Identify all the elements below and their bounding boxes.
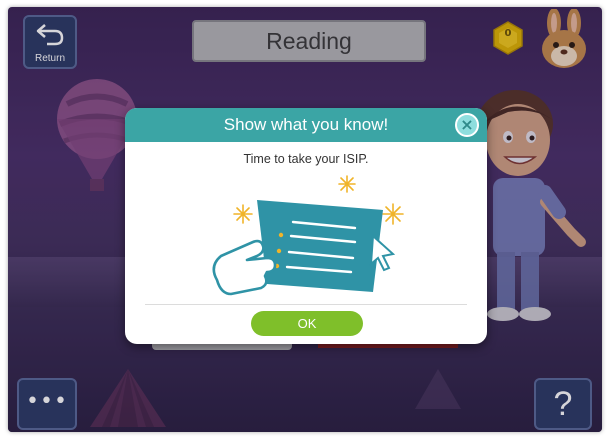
isip-prompt-dialog: Show what you know! × Time to take your … — [125, 108, 487, 344]
close-icon: × — [460, 115, 474, 134]
close-button[interactable]: × — [455, 113, 479, 137]
dialog-title: Show what you know! — [223, 115, 389, 134]
ok-button[interactable]: OK — [251, 311, 363, 336]
dialog-message: Time to take your ISIP. — [243, 152, 369, 166]
dialog-divider — [145, 304, 467, 305]
app-screen: Return Reading 0 ••• ? Show what you kno… — [8, 7, 602, 432]
ok-button-label: OK — [297, 316, 317, 331]
dialog-header: Show what you know! — [125, 108, 487, 142]
hand-tapping-checklist-illustration — [212, 175, 404, 296]
